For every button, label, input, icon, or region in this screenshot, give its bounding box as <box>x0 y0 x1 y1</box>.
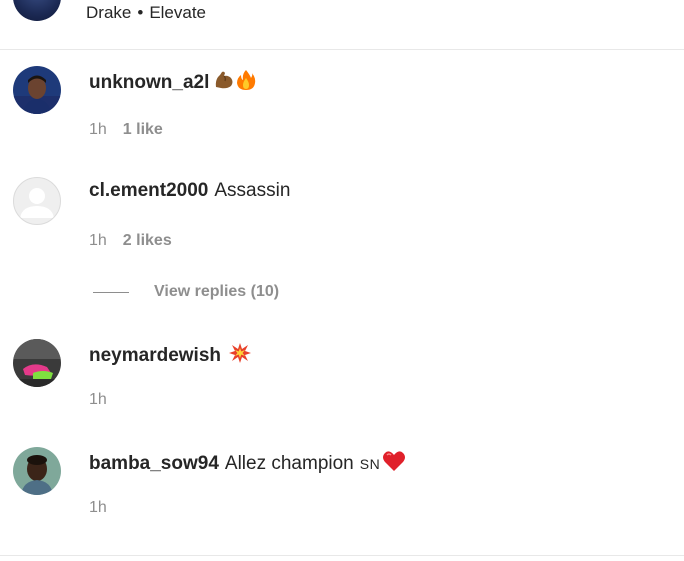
comment-meta: 1h 1 like <box>89 121 163 139</box>
comment-meta: 1h <box>89 499 123 517</box>
post-author-avatar[interactable] <box>13 0 61 21</box>
likes-count[interactable]: 2 likes <box>123 232 172 249</box>
comment-time: 1h <box>89 391 107 408</box>
comment-username[interactable]: cl.ement2000 <box>89 180 208 201</box>
comment-text: cl.ement2000 Assassin <box>89 180 290 202</box>
avatar[interactable] <box>13 339 61 387</box>
flag-text: SN <box>359 456 381 472</box>
comment-text: bamba_sow94 Allez champion SN <box>89 450 406 478</box>
comment-meta: 1h 2 likes <box>89 232 172 250</box>
comment-time: 1h <box>89 121 107 138</box>
comment-username[interactable]: unknown_a2l <box>89 72 209 93</box>
separator-dot: • <box>137 3 144 22</box>
comment-time: 1h <box>89 232 107 249</box>
comment-meta: 1h <box>89 391 123 409</box>
comments-panel: Drake • Elevate unknown_a2l 1h 1 like cl… <box>0 0 684 561</box>
comment-body: Allez champion <box>224 453 354 474</box>
replies-line <box>93 291 129 293</box>
footer-divider <box>0 555 684 556</box>
comment-text: unknown_a2l <box>89 69 256 97</box>
likes-count[interactable]: 1 like <box>123 121 163 138</box>
flexed-biceps-icon <box>213 69 235 97</box>
view-replies-label: View replies (10) <box>154 283 280 300</box>
collision-icon <box>229 342 251 370</box>
header-divider <box>0 49 684 50</box>
avatar[interactable] <box>13 66 61 114</box>
avatar[interactable] <box>13 447 61 495</box>
view-replies-button[interactable]: View replies (10) <box>93 283 279 301</box>
comment-text: neymardewish <box>89 342 251 370</box>
comment-username[interactable]: neymardewish <box>89 345 221 366</box>
comment-body: Assassin <box>214 180 291 201</box>
music-info[interactable]: Drake • Elevate <box>86 3 206 23</box>
music-track: Elevate <box>149 3 207 22</box>
avatar[interactable] <box>13 177 61 225</box>
comment-username[interactable]: bamba_sow94 <box>89 453 219 474</box>
music-artist: Drake <box>86 3 132 22</box>
fire-icon <box>236 69 256 97</box>
red-heart-icon <box>382 450 406 478</box>
comment-time: 1h <box>89 499 107 516</box>
